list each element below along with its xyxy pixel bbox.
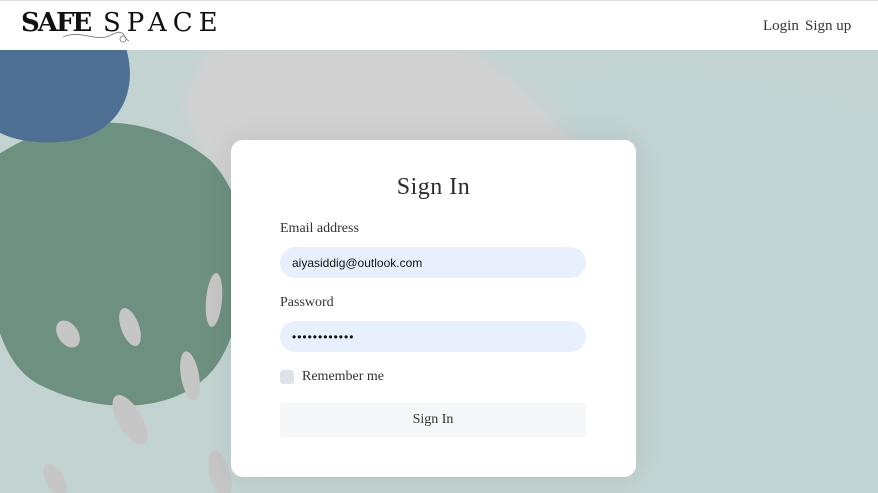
remember-me-checkbox[interactable]: [280, 370, 294, 384]
email-label: Email address: [280, 221, 359, 236]
nav-signup-link[interactable]: Sign up: [805, 18, 851, 35]
signin-button[interactable]: Sign In: [280, 403, 586, 437]
signin-card: Sign In Email address Password Remember …: [231, 140, 636, 477]
safespace-logo[interactable]: SAFE SPACE: [21, 9, 218, 45]
password-input[interactable]: [280, 321, 586, 352]
password-label: Password: [280, 295, 334, 310]
remember-me-label: Remember me: [302, 369, 385, 384]
signin-title: Sign In: [396, 174, 471, 200]
email-input[interactable]: [280, 247, 586, 278]
top-navbar: SAFE SPACE Login Sign up: [0, 0, 878, 50]
logo-swash-icon: [62, 31, 130, 43]
nav-login-link[interactable]: Login: [763, 18, 799, 35]
